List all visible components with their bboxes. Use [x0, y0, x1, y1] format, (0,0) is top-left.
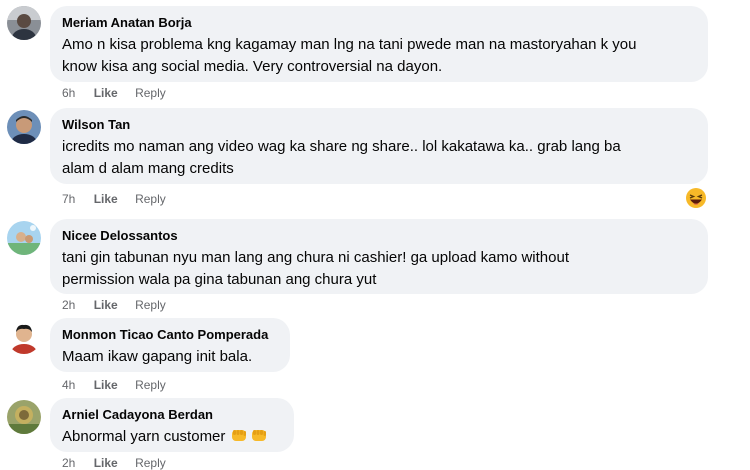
- comment-author[interactable]: Meriam Anatan Borja: [62, 14, 696, 31]
- avatar-image: [7, 400, 41, 434]
- like-button[interactable]: Like: [94, 378, 118, 392]
- comment-time[interactable]: 4h: [62, 378, 75, 392]
- comment-text-line: alam d alam mang credits: [62, 160, 234, 177]
- comment-text-line: Abnormal yarn customer: [62, 426, 282, 450]
- comment-time[interactable]: 7h: [62, 192, 75, 206]
- reply-button[interactable]: Reply: [135, 192, 166, 206]
- comment-bubble: Arniel Cadayona Berdan Abnormal yarn cus…: [50, 398, 294, 452]
- avatar[interactable]: [7, 221, 41, 255]
- comment-text-line: tani gin tabunan nyu man lang ang chura …: [62, 249, 570, 266]
- laughing-emoji-icon: [686, 188, 706, 208]
- avatar[interactable]: [7, 320, 41, 354]
- avatar-image: [7, 6, 41, 40]
- comment-text-line: icredits mo naman ang video wag ka share…: [62, 138, 621, 155]
- reply-button[interactable]: Reply: [135, 378, 166, 392]
- like-button[interactable]: Like: [94, 192, 118, 206]
- like-button[interactable]: Like: [94, 298, 118, 312]
- laughing-emoji-icon[interactable]: [685, 187, 707, 209]
- comment-actions: 4h Like Reply: [62, 378, 166, 392]
- comment-time[interactable]: 6h: [62, 86, 75, 100]
- comment-author[interactable]: Monmon Ticao Canto Pomperada: [62, 326, 278, 343]
- like-button[interactable]: Like: [94, 86, 118, 100]
- comment-text-line: Maam ikaw gapang init bala.: [62, 348, 253, 365]
- comment-bubble: Meriam Anatan Borja Amo n kisa problema …: [50, 6, 708, 82]
- comment-bubble: Monmon Ticao Canto Pomperada Maam ikaw g…: [50, 318, 290, 372]
- comment-text-line: permission wala pa gina tabunan ang chur…: [62, 271, 377, 288]
- avatar[interactable]: [7, 110, 41, 144]
- comment-time[interactable]: 2h: [62, 298, 75, 312]
- comment-actions: 6h Like Reply: [62, 86, 166, 100]
- oncoming-fist-emoji-icon: [230, 427, 270, 450]
- comment-bubble: Nicee Delossantos tani gin tabunan nyu m…: [50, 219, 708, 294]
- reply-button[interactable]: Reply: [135, 86, 166, 100]
- comment-actions: 2h Like Reply: [62, 298, 166, 312]
- avatar[interactable]: [7, 400, 41, 434]
- comment-text: Abnormal yarn customer: [62, 428, 226, 445]
- avatar[interactable]: [7, 6, 41, 40]
- comment-text-line: know kisa ang social media. Very controv…: [62, 58, 443, 75]
- comment-bubble: Wilson Tan icredits mo naman ang video w…: [50, 108, 708, 184]
- comment-actions: 7h Like Reply: [62, 192, 166, 206]
- comment-text-line: Amo n kisa problema kng kagamay man lng …: [62, 36, 637, 53]
- avatar-image: [7, 221, 41, 255]
- avatar-image: [7, 320, 41, 354]
- avatar-image: [7, 110, 41, 144]
- reply-button[interactable]: Reply: [135, 298, 166, 312]
- comment-author[interactable]: Wilson Tan: [62, 116, 696, 133]
- comment-author[interactable]: Arniel Cadayona Berdan: [62, 406, 282, 423]
- comment-author[interactable]: Nicee Delossantos: [62, 227, 696, 244]
